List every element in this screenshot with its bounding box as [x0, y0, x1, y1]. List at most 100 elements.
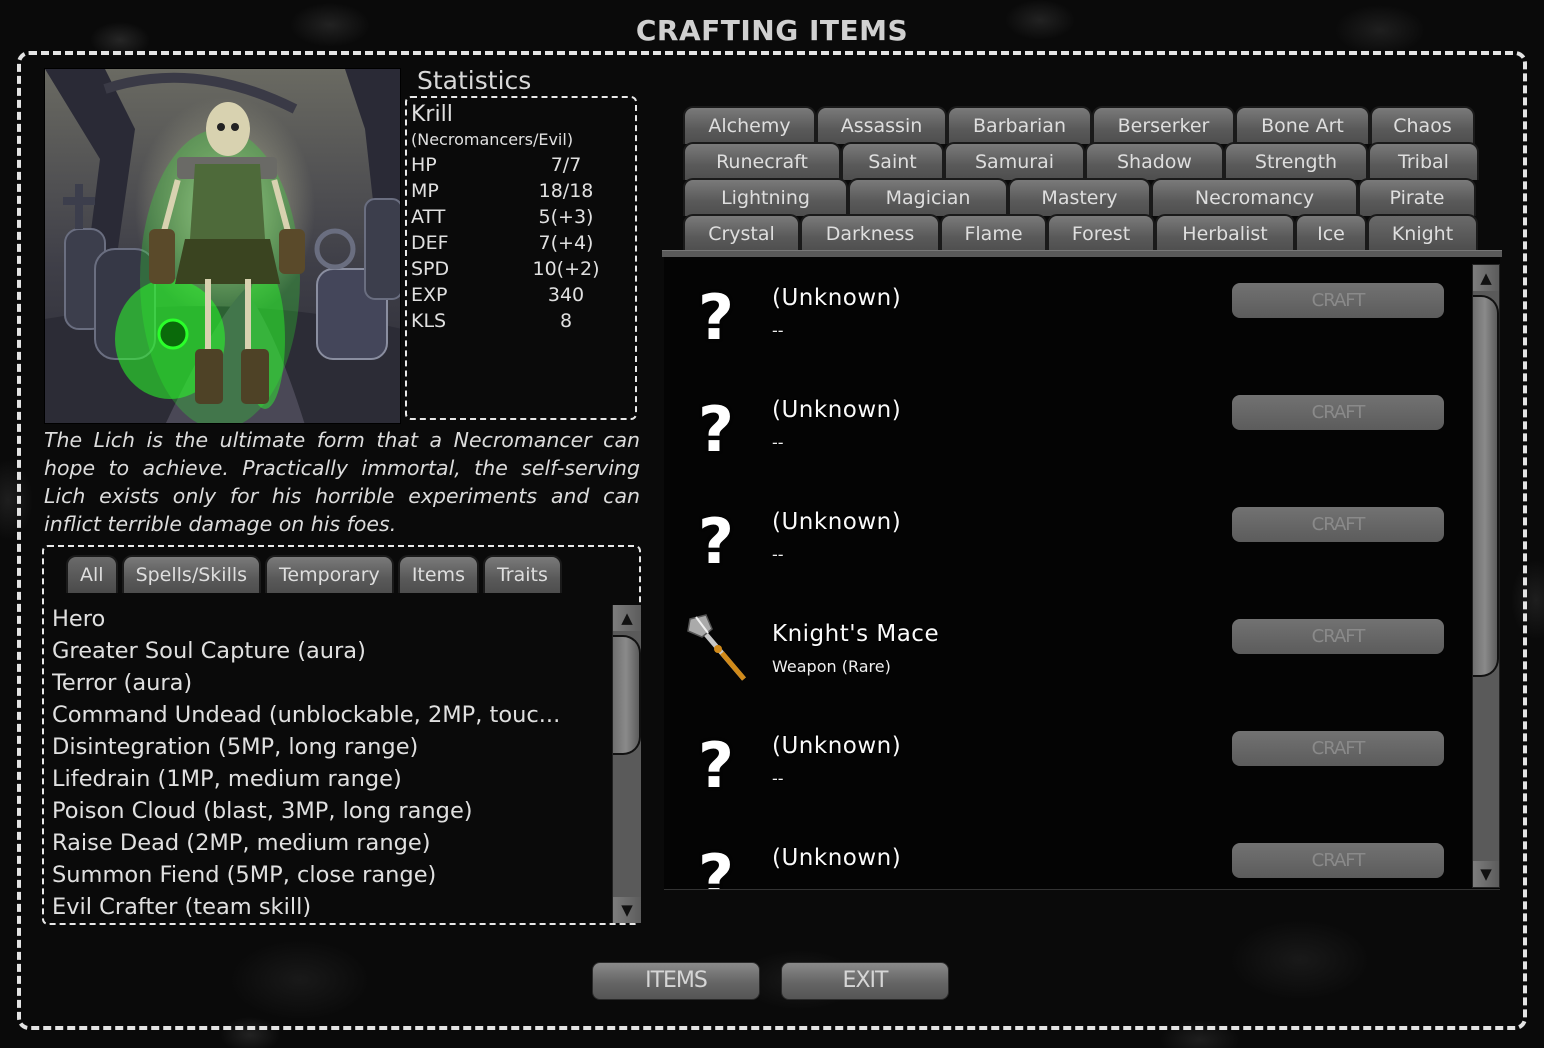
craft-button[interactable]: CRAFT: [1232, 843, 1444, 878]
ability-item[interactable]: Evil Crafter (team skill): [52, 891, 592, 923]
stat-label: SPD: [411, 258, 450, 280]
class-tab-berserker[interactable]: Berserker: [1092, 106, 1235, 144]
recipe-subtitle: --: [772, 321, 784, 340]
class-tab-flame[interactable]: Flame: [940, 214, 1047, 252]
class-tab-strength[interactable]: Strength: [1224, 142, 1368, 180]
mace-icon: [687, 614, 746, 681]
items-button[interactable]: ITEMS: [592, 962, 760, 1000]
class-tab-saint[interactable]: Saint: [841, 142, 944, 180]
craft-button[interactable]: CRAFT: [1232, 395, 1444, 430]
recipe-row: ? (Unknown) -- CRAFT: [664, 257, 1469, 369]
class-tab-assassin[interactable]: Assassin: [816, 106, 947, 144]
ability-item[interactable]: Hero: [52, 603, 592, 635]
class-tab-chaos[interactable]: Chaos: [1370, 106, 1475, 144]
craft-button[interactable]: CRAFT: [1232, 619, 1444, 654]
class-tab-row: Alchemy Assassin Barbarian Berserker Bone Ar…: [683, 106, 1483, 144]
class-tab-row: Runecraft Saint Samurai Shadow Strength Triba…: [683, 142, 1483, 180]
stat-row-def: DEF 7(+4): [411, 230, 631, 256]
class-tab-shadow[interactable]: Shadow: [1085, 142, 1224, 180]
page-title: CRAFTING ITEMS: [0, 14, 1544, 47]
stat-value: 7(+4): [538, 232, 594, 254]
down-arrow-icon: ▼: [1480, 865, 1492, 883]
stat-label: HP: [411, 154, 437, 176]
class-tab-samurai[interactable]: Samurai: [944, 142, 1085, 180]
stat-row-att: ATT 5(+3): [411, 204, 631, 230]
ability-scrollbar[interactable]: ▲ ▼: [612, 605, 641, 923]
stats-panel: Krill (Necromancers/Evil) HP 7/7 MP 18/18 AT…: [405, 96, 637, 420]
ability-tab-all[interactable]: All: [66, 555, 118, 593]
class-tab-pirate[interactable]: Pirate: [1358, 178, 1476, 216]
class-tab-alchemy[interactable]: Alchemy: [683, 106, 816, 144]
ability-item[interactable]: Command Undead (unblockable, 2MP, touc..…: [52, 699, 592, 731]
class-tab-herbalist[interactable]: Herbalist: [1155, 214, 1295, 252]
class-tab-necromancy[interactable]: Necromancy: [1151, 178, 1358, 216]
class-tab-mastery[interactable]: Mastery: [1008, 178, 1151, 216]
recipe-scrollbar[interactable]: ▲ ▼: [1472, 264, 1500, 888]
tabs-baseline: [662, 250, 1502, 257]
stat-label: MP: [411, 180, 439, 202]
recipe-row: ? (Unknown) -- CRAFT: [664, 817, 1469, 890]
ability-tab-items[interactable]: Items: [397, 555, 479, 593]
ability-item[interactable]: Greater Soul Capture (aura): [52, 635, 592, 667]
class-tab-knight[interactable]: Knight: [1367, 214, 1478, 252]
question-mark-icon: ?: [698, 841, 734, 890]
recipe-name: (Unknown): [772, 509, 902, 535]
class-tab-bone-art[interactable]: Bone Art: [1235, 106, 1370, 144]
abilities-panel: All Spells/Skills Temporary Items Traits Her…: [42, 545, 641, 925]
recipe-scroll-up-button[interactable]: ▲: [1473, 265, 1499, 291]
ability-tab-spells-skills[interactable]: Spells/Skills: [121, 555, 262, 593]
scroll-thumb[interactable]: [613, 635, 641, 755]
character-faction: (Necromancers/Evil): [411, 130, 574, 149]
stat-value: 340: [547, 284, 585, 306]
stat-row-exp: EXP 340: [411, 282, 631, 308]
scroll-up-button[interactable]: ▲: [613, 605, 641, 631]
recipe-scroll-thumb[interactable]: [1473, 295, 1499, 677]
class-tab-ice[interactable]: Ice: [1295, 214, 1367, 252]
class-tab-tribal[interactable]: Tribal: [1368, 142, 1479, 180]
ability-item[interactable]: Summon Fiend (5MP, close range): [52, 859, 592, 891]
craft-button[interactable]: CRAFT: [1232, 507, 1444, 542]
class-tab-magician[interactable]: Magician: [848, 178, 1008, 216]
ability-item[interactable]: Lifedrain (1MP, medium range): [52, 763, 592, 795]
scroll-down-button[interactable]: ▼: [613, 897, 641, 923]
class-tab-lightning[interactable]: Lightning: [683, 178, 848, 216]
ability-tab-temporary[interactable]: Temporary: [265, 555, 394, 593]
question-mark-icon: ?: [698, 281, 734, 354]
ability-list: Hero Greater Soul Capture (aura) Terror (a…: [52, 603, 612, 923]
recipe-subtitle: --: [772, 433, 784, 452]
ability-tab-traits[interactable]: Traits: [482, 555, 562, 593]
recipe-name: (Unknown): [772, 733, 902, 759]
stat-value: 18/18: [538, 180, 594, 202]
stat-row-kls: KLS 8: [411, 308, 631, 334]
recipe-name: Knight's Mace: [772, 621, 940, 647]
class-tab-darkness[interactable]: Darkness: [800, 214, 940, 252]
class-tab-barbarian[interactable]: Barbarian: [947, 106, 1092, 144]
recipe-row: ? (Unknown) -- CRAFT: [664, 705, 1469, 817]
recipe-name: (Unknown): [772, 285, 902, 311]
stat-label: ATT: [411, 206, 446, 228]
recipe-subtitle: Weapon (Rare): [772, 657, 891, 676]
class-tab-forest[interactable]: Forest: [1047, 214, 1155, 252]
ability-item[interactable]: Poison Cloud (blast, 3MP, long range): [52, 795, 592, 827]
ability-item[interactable]: Terror (aura): [52, 667, 592, 699]
recipe-row: ? (Unknown) -- CRAFT: [664, 369, 1469, 481]
stat-row-mp: MP 18/18: [411, 178, 631, 204]
stat-label: KLS: [411, 310, 447, 332]
question-mark-icon: ?: [698, 729, 734, 802]
exit-button[interactable]: EXIT: [781, 962, 949, 1000]
stats-heading: Statistics: [417, 66, 532, 95]
stat-row-hp: HP 7/7: [411, 152, 631, 178]
up-arrow-icon: ▲: [1480, 269, 1492, 287]
question-mark-icon: ?: [698, 393, 734, 466]
class-tab-runecraft[interactable]: Runecraft: [683, 142, 841, 180]
class-tab-crystal[interactable]: Crystal: [683, 214, 800, 252]
recipe-scroll-down-button[interactable]: ▼: [1473, 861, 1499, 887]
craft-button[interactable]: CRAFT: [1232, 731, 1444, 766]
ability-item[interactable]: Disintegration (5MP, long range): [52, 731, 592, 763]
recipe-subtitle: --: [772, 769, 784, 788]
stat-label: DEF: [411, 232, 449, 254]
craft-button[interactable]: CRAFT: [1232, 283, 1444, 318]
stat-value: 5(+3): [538, 206, 594, 228]
recipe-name: (Unknown): [772, 845, 902, 871]
ability-item[interactable]: Raise Dead (2MP, medium range): [52, 827, 592, 859]
